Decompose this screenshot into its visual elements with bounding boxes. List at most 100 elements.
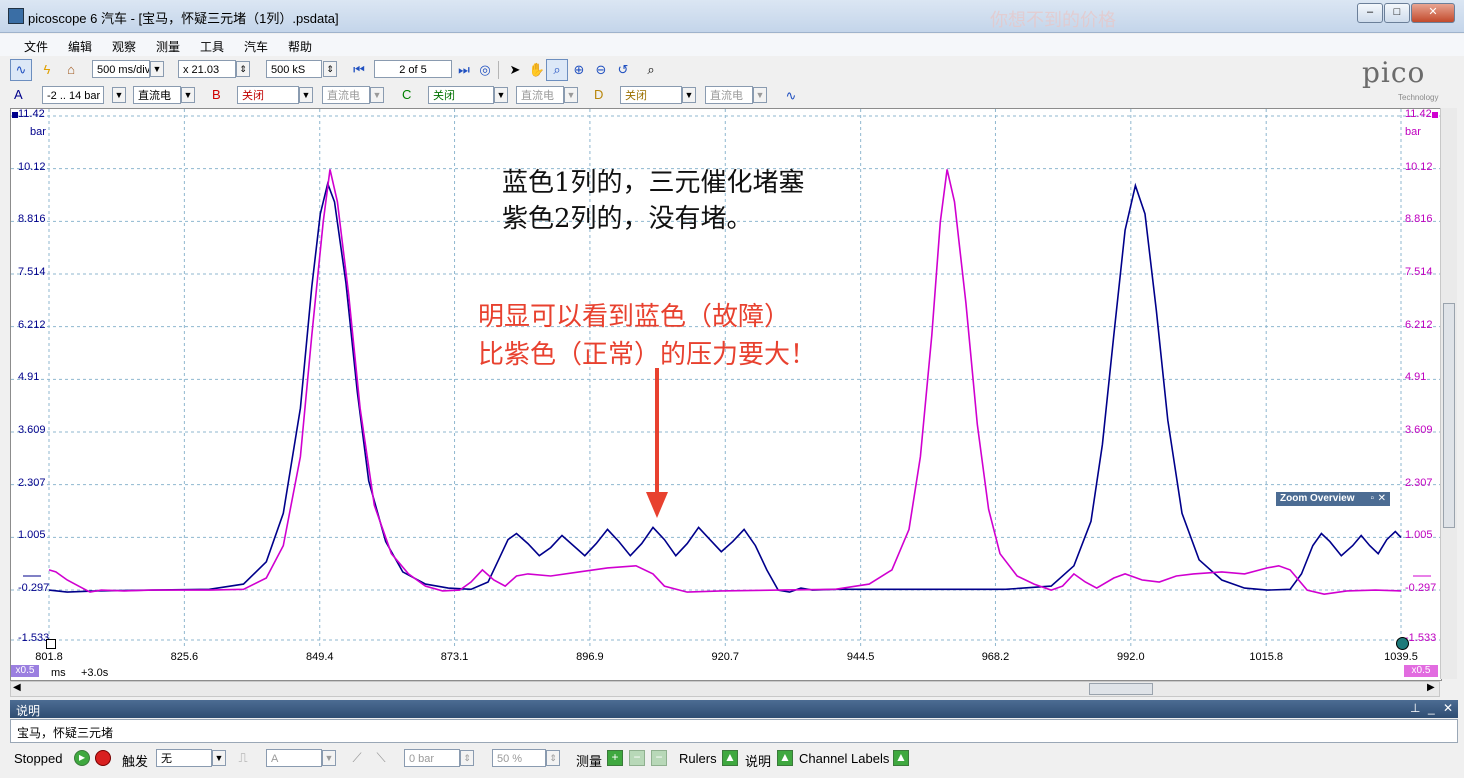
vertical-scrollbar[interactable] [1440,108,1457,679]
minimize-button[interactable]: ‒ [1357,3,1383,23]
notes-text[interactable]: 宝马，怀疑三元堵 [17,724,113,741]
channel-b-label[interactable]: B [212,87,221,102]
channel-b-range[interactable]: 关闭 [237,86,299,104]
ruler-handle-right[interactable] [1396,637,1409,650]
minimize-panel-icon[interactable]: _ [1428,701,1435,715]
channel-b-axis-marker[interactable] [1432,112,1438,118]
zoom-tool-icon[interactable]: ⌕ [546,59,568,81]
chevron-down-icon[interactable]: ▼ [181,87,195,103]
x-tick-label: 1039.5 [1384,651,1418,663]
notes-label: 说明 [745,754,772,769]
menu-tools[interactable]: 工具 [200,38,224,55]
notes-panel[interactable]: 宝马，怀疑三元堵 [10,719,1458,743]
channel-d-range[interactable]: 关闭 [620,86,682,104]
title-bar: picoscope 6 汽车 - [宝马，怀疑三元堵（1列）.psdata] 你… [0,0,1464,33]
channel-a-label[interactable]: A [14,87,23,102]
y-unit-left: bar [30,126,46,138]
zoom-stepper[interactable]: ⇕ [236,61,250,77]
stop-icon[interactable] [95,750,111,766]
lightning-icon[interactable]: ϟ [36,59,58,81]
next-buffer-icon[interactable]: ⏭ [453,59,475,81]
home-icon[interactable]: ⌂ [60,59,82,81]
notes-button[interactable]: ▲ [777,750,793,766]
menu-auto[interactable]: 汽车 [244,38,268,55]
capture-state: Stopped [14,751,63,766]
window-title: picoscope 6 汽车 - [宝马，怀疑三元堵（1列）.psdata] [28,11,339,26]
chevron-down-icon[interactable]: ▼ [299,87,313,103]
channel-c-label[interactable]: C [402,87,411,102]
horizontal-scrollbar[interactable]: ◀ ▶ [10,681,1440,697]
falling-edge-icon: ⟍ [376,750,386,765]
menu-measure[interactable]: 测量 [156,38,180,55]
start-icon[interactable]: ▸ [74,750,90,766]
hand-icon[interactable]: ✋ [526,59,548,81]
chevron-down-icon: ▼ [370,87,384,103]
samples-stepper[interactable]: ⇕ [323,61,337,77]
chevron-down-icon[interactable]: ▼ [212,750,226,766]
x-tick-label: 801.8 [35,651,63,663]
channel-a-coupling[interactable]: 直流电 [133,86,181,104]
channel-d-coupling: 直流电 [705,86,753,104]
horizontal-scroll-thumb[interactable] [1089,683,1153,695]
pin-icon[interactable]: ⊥ [1410,701,1420,715]
y-scale-left[interactable]: x0.5 [11,665,39,677]
zoom-overview-icon[interactable]: ⌕ [640,59,662,81]
channel-labels-button[interactable]: ▲ [893,750,909,766]
zoom-in-icon[interactable]: ⊕ [568,59,590,81]
y-tick-right: 3.609 [1405,423,1433,436]
maximize-button[interactable]: □ [1384,3,1410,23]
restore-icon[interactable]: ▫ [1370,492,1374,506]
rulers-button[interactable]: ▲ [722,750,738,766]
timebase-select[interactable]: 500 ms/div [92,60,150,78]
menu-edit[interactable]: 编辑 [68,38,92,55]
scope-mode-icon[interactable]: ∿ [10,59,32,81]
channel-a-axis-marker[interactable] [12,112,18,118]
trigger-label: 触发 [122,754,149,769]
zoom-out-icon[interactable]: ⊖ [590,59,612,81]
close-button[interactable]: ✕ [1411,3,1455,23]
trigger-mode-select[interactable]: 无 [156,749,212,767]
menu-file[interactable]: 文件 [24,38,48,55]
math-channels-icon[interactable]: ∿ [780,85,802,107]
y-tick-right: 10.12 [1405,160,1433,173]
channel-c-range[interactable]: 关闭 [428,86,494,104]
buffer-navigator-icon[interactable]: ◎ [474,59,496,81]
channel-b-coupling: 直流电 [322,86,370,104]
y-scale-right[interactable]: x0.5 [1404,665,1438,677]
chevron-down-icon: ▼ [322,750,336,766]
chevron-down-icon[interactable]: ▼ [150,61,164,77]
channel-a-range[interactable]: -2 .. 14 bar [42,86,104,104]
close-panel-icon[interactable]: ✕ [1443,701,1453,715]
scroll-right-icon[interactable]: ▶ [1427,682,1435,693]
zoom-field[interactable]: x 21.03 [178,60,236,78]
chevron-down-icon[interactable]: ▼ [682,87,696,103]
menu-help[interactable]: 帮助 [288,38,312,55]
zoom-overview-panel[interactable]: Zoom Overview ▫ ✕ [1276,492,1390,506]
threshold-stepper: ⇕ [460,750,474,766]
add-measurement-button[interactable]: + [607,750,623,766]
chevron-down-icon[interactable]: ▼ [112,87,126,103]
channel-d-label[interactable]: D [594,87,603,102]
first-buffer-icon[interactable]: ⏮ [348,59,370,81]
rising-edge-icon: ⟋ [352,750,362,765]
y-tick-left: -1.533 [18,632,50,644]
close-icon[interactable]: ✕ [1378,492,1386,506]
undo-zoom-icon[interactable]: ↺ [612,59,634,81]
y-tick-right: 1.005 [1405,529,1433,542]
samples-field[interactable]: 500 kS [266,60,322,78]
toolbar-capture: ∿ ϟ ⌂ 500 ms/div ▼ x 21.03 ⇕ 500 kS ⇕ ⏮ … [0,57,1464,83]
buffer-position[interactable]: 2 of 5 [374,60,452,78]
vertical-scroll-thumb[interactable] [1443,303,1455,528]
menu-view[interactable]: 观察 [112,38,136,55]
watermark-text: 你想不到的价格 [990,10,1116,30]
y-tick-left: 6.212 [18,318,46,331]
y-tick-left: 3.609 [18,423,46,436]
trigger-threshold-field: 0 bar [404,749,460,767]
rulers-label: Rulers [679,751,717,766]
toolbar-channels: A -2 .. 14 bar ▼ 直流电 ▼ B 关闭 ▼ 直流电 ▼ C 关闭… [0,84,1464,108]
scroll-left-icon[interactable]: ◀ [13,682,21,693]
ruler-handle-left[interactable] [46,639,56,649]
chevron-down-icon[interactable]: ▼ [494,87,508,103]
y-tick-right: 11.42 [1405,108,1432,120]
pointer-icon[interactable]: ➤ [504,59,526,81]
